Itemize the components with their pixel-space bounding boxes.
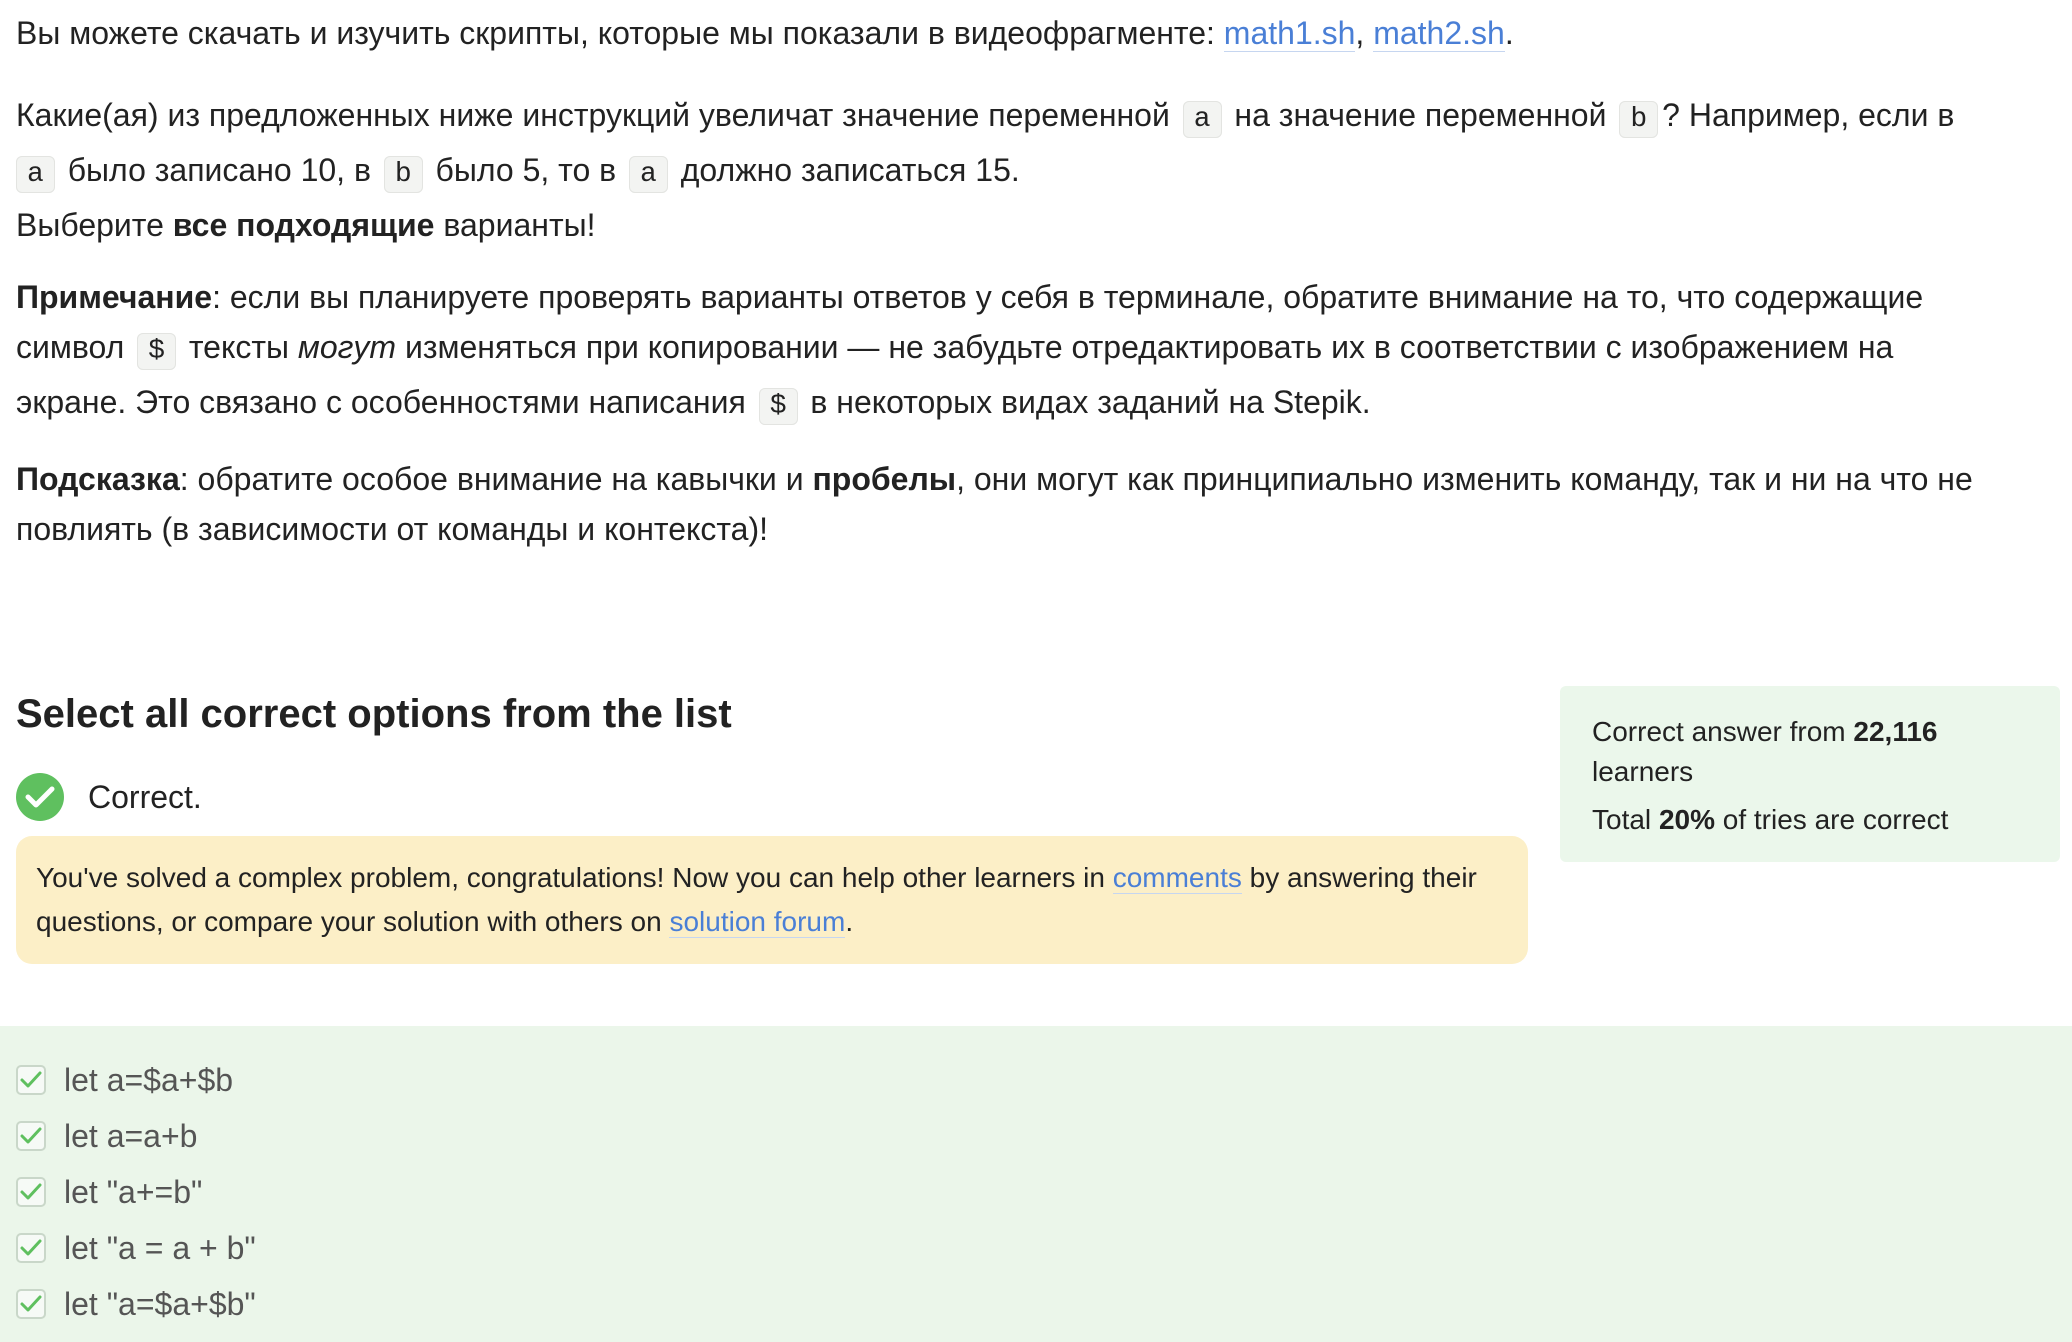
checkbox-checked[interactable] [16,1233,46,1263]
math2-link[interactable]: math2.sh [1373,15,1505,52]
checkmark-icon [20,1071,42,1088]
option-label: let "a=$a+$b" [64,1285,256,1322]
hint-paragraph: Подсказка: обратите особое внимание на к… [16,461,1973,547]
status-text: Correct. [88,778,202,815]
dollar-code: $ [137,333,176,370]
var-b-code: b [1619,101,1659,138]
option-label: let "a+=b" [64,1173,203,1210]
checkbox-checked[interactable] [16,1121,46,1151]
success-check-icon [16,773,64,821]
question-title: Select all correct options from the list [16,692,732,736]
option-label: let a=$a+$b [64,1061,234,1098]
var-b-code: b [383,156,423,193]
option-4[interactable]: let "a = a + b" [16,1224,256,1272]
note-label: Примечание [16,279,213,315]
checkbox-checked[interactable] [16,1289,46,1319]
checkmark-icon [20,1127,42,1144]
task-paragraph: Какие(ая) из предложенных ниже инструкци… [16,97,1955,243]
checkmark-icon [20,1183,42,1200]
stats-panel: Correct answer from 22,116 learners Tota… [1560,686,2060,862]
checkbox-checked[interactable] [16,1065,46,1095]
note-paragraph: Примечание: если вы планируете проверять… [16,272,2006,432]
option-3[interactable]: let "a+=b" [16,1168,202,1216]
solution-forum-link[interactable]: solution forum [669,906,846,938]
dollar-code: $ [758,388,798,425]
comments-link[interactable]: comments [1112,862,1242,894]
var-a-code: a [16,156,55,193]
congrats-notice: You've solved a complex problem, congrat… [16,836,1528,964]
status-row: Correct. [16,772,202,822]
checkmark-icon [20,1295,42,1312]
math1-link[interactable]: math1.sh [1223,15,1356,52]
var-a-code: a [629,156,668,193]
answer-options: let a=$a+$b let a=a+b let "a+=b" let "a … [0,1026,2072,1342]
option-label: let "a = a + b" [64,1229,256,1266]
option-5[interactable]: let "a=$a+$b" [16,1280,256,1328]
option-1[interactable]: let a=$a+$b [16,1056,233,1104]
intro-paragraph: Вы можете скачать и изучить скрипты, кот… [16,15,1514,52]
checkbox-checked[interactable] [16,1177,46,1207]
option-label: let a=a+b [64,1117,198,1154]
checkmark-icon [20,1239,42,1256]
task-emphasis: все подходящие [172,207,435,243]
var-a-code: a [1182,101,1222,138]
hint-label: Подсказка [16,461,180,497]
percent-stat: Total 20% of tries are correct [1592,804,1949,835]
option-2[interactable]: let a=a+b [16,1112,197,1160]
learners-stat: Correct answer from 22,116 learners [1592,716,1938,787]
